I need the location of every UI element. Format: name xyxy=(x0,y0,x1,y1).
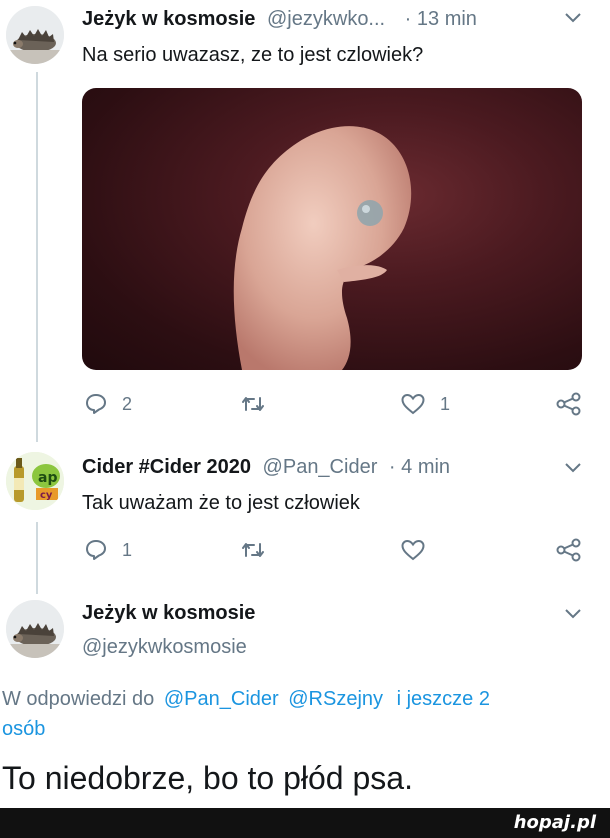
handle[interactable]: @jezykwko... xyxy=(267,8,385,30)
chevron-down-icon xyxy=(565,463,581,473)
handle[interactable]: @jezykwkosmosie xyxy=(82,636,247,659)
avatar[interactable] xyxy=(6,600,64,658)
share-icon xyxy=(556,392,581,416)
tweet-header: Jeżyk w kosmosie @jezykwko... · 13 min xyxy=(82,8,477,31)
tweet-text: Na serio uwazasz, ze to jest czlowiek? xyxy=(82,44,424,66)
svg-text:cy: cy xyxy=(40,490,53,501)
reply-icon xyxy=(86,540,106,560)
timestamp[interactable]: · 4 min xyxy=(389,456,450,478)
svg-text:ap: ap xyxy=(38,470,57,486)
display-name[interactable]: Jeżyk w kosmosie xyxy=(82,8,255,30)
reply-icon xyxy=(86,394,106,414)
more-mentions-link[interactable]: i jeszcze 2 xyxy=(397,688,490,710)
reply-count: 1 xyxy=(122,539,133,560)
reply-button[interactable]: 1 xyxy=(84,538,132,562)
more-menu-button[interactable] xyxy=(564,604,582,625)
reply-context: W odpowiedzi do @Pan_Cider @RSzejny i je… xyxy=(2,688,490,711)
mention-link[interactable]: @Pan_Cider xyxy=(164,688,279,710)
more-menu-button[interactable] xyxy=(564,458,582,479)
tweet-text: To niedobrze, bo to płód psa. xyxy=(2,760,413,796)
display-name[interactable]: Cider #Cider 2020 xyxy=(82,456,251,478)
thread-line-2 xyxy=(36,522,38,594)
reply-prefix: W odpowiedzi do xyxy=(2,688,155,710)
reply-button[interactable]: 2 xyxy=(84,392,132,416)
heart-icon xyxy=(401,393,425,415)
watermark-bar: hopaj.pl xyxy=(0,808,610,838)
mention-link[interactable]: @RSzejny xyxy=(288,688,383,710)
share-button[interactable] xyxy=(556,538,582,562)
chevron-down-icon xyxy=(565,609,581,619)
hedgehog-avatar-icon xyxy=(6,6,64,64)
retweet-button[interactable] xyxy=(240,538,266,562)
chevron-down-icon xyxy=(565,13,581,23)
retweet-button[interactable] xyxy=(240,392,266,416)
retweet-icon xyxy=(242,543,264,557)
heart-icon xyxy=(401,539,425,561)
more-menu-button[interactable] xyxy=(564,8,582,29)
display-name[interactable]: Jeżyk w kosmosie xyxy=(82,602,255,625)
like-button[interactable]: 1 xyxy=(400,392,450,416)
avatar[interactable] xyxy=(6,6,64,64)
cider-bottle-avatar-icon: ap cy xyxy=(6,452,64,510)
reply-count: 2 xyxy=(122,393,133,414)
share-icon xyxy=(556,538,581,562)
tweet-media[interactable] xyxy=(82,88,582,370)
timestamp[interactable]: · 13 min xyxy=(405,8,477,30)
thread-line-1 xyxy=(36,72,38,442)
tweet-header: Cider #Cider 2020 @Pan_Cider · 4 min xyxy=(82,456,450,479)
brand-logo: hopaj.pl xyxy=(513,812,596,833)
like-count: 1 xyxy=(440,393,451,414)
tweet-text: Tak uważam że to jest człowiek xyxy=(82,492,360,514)
hedgehog-avatar-icon xyxy=(6,600,64,658)
like-button[interactable] xyxy=(400,538,426,562)
embryo-photo-icon xyxy=(233,126,412,370)
share-button[interactable] xyxy=(556,392,582,416)
retweet-icon xyxy=(242,397,264,411)
avatar[interactable]: ap cy xyxy=(6,452,64,510)
more-mentions-link[interactable]: osób xyxy=(2,718,45,741)
handle[interactable]: @Pan_Cider xyxy=(263,456,378,478)
